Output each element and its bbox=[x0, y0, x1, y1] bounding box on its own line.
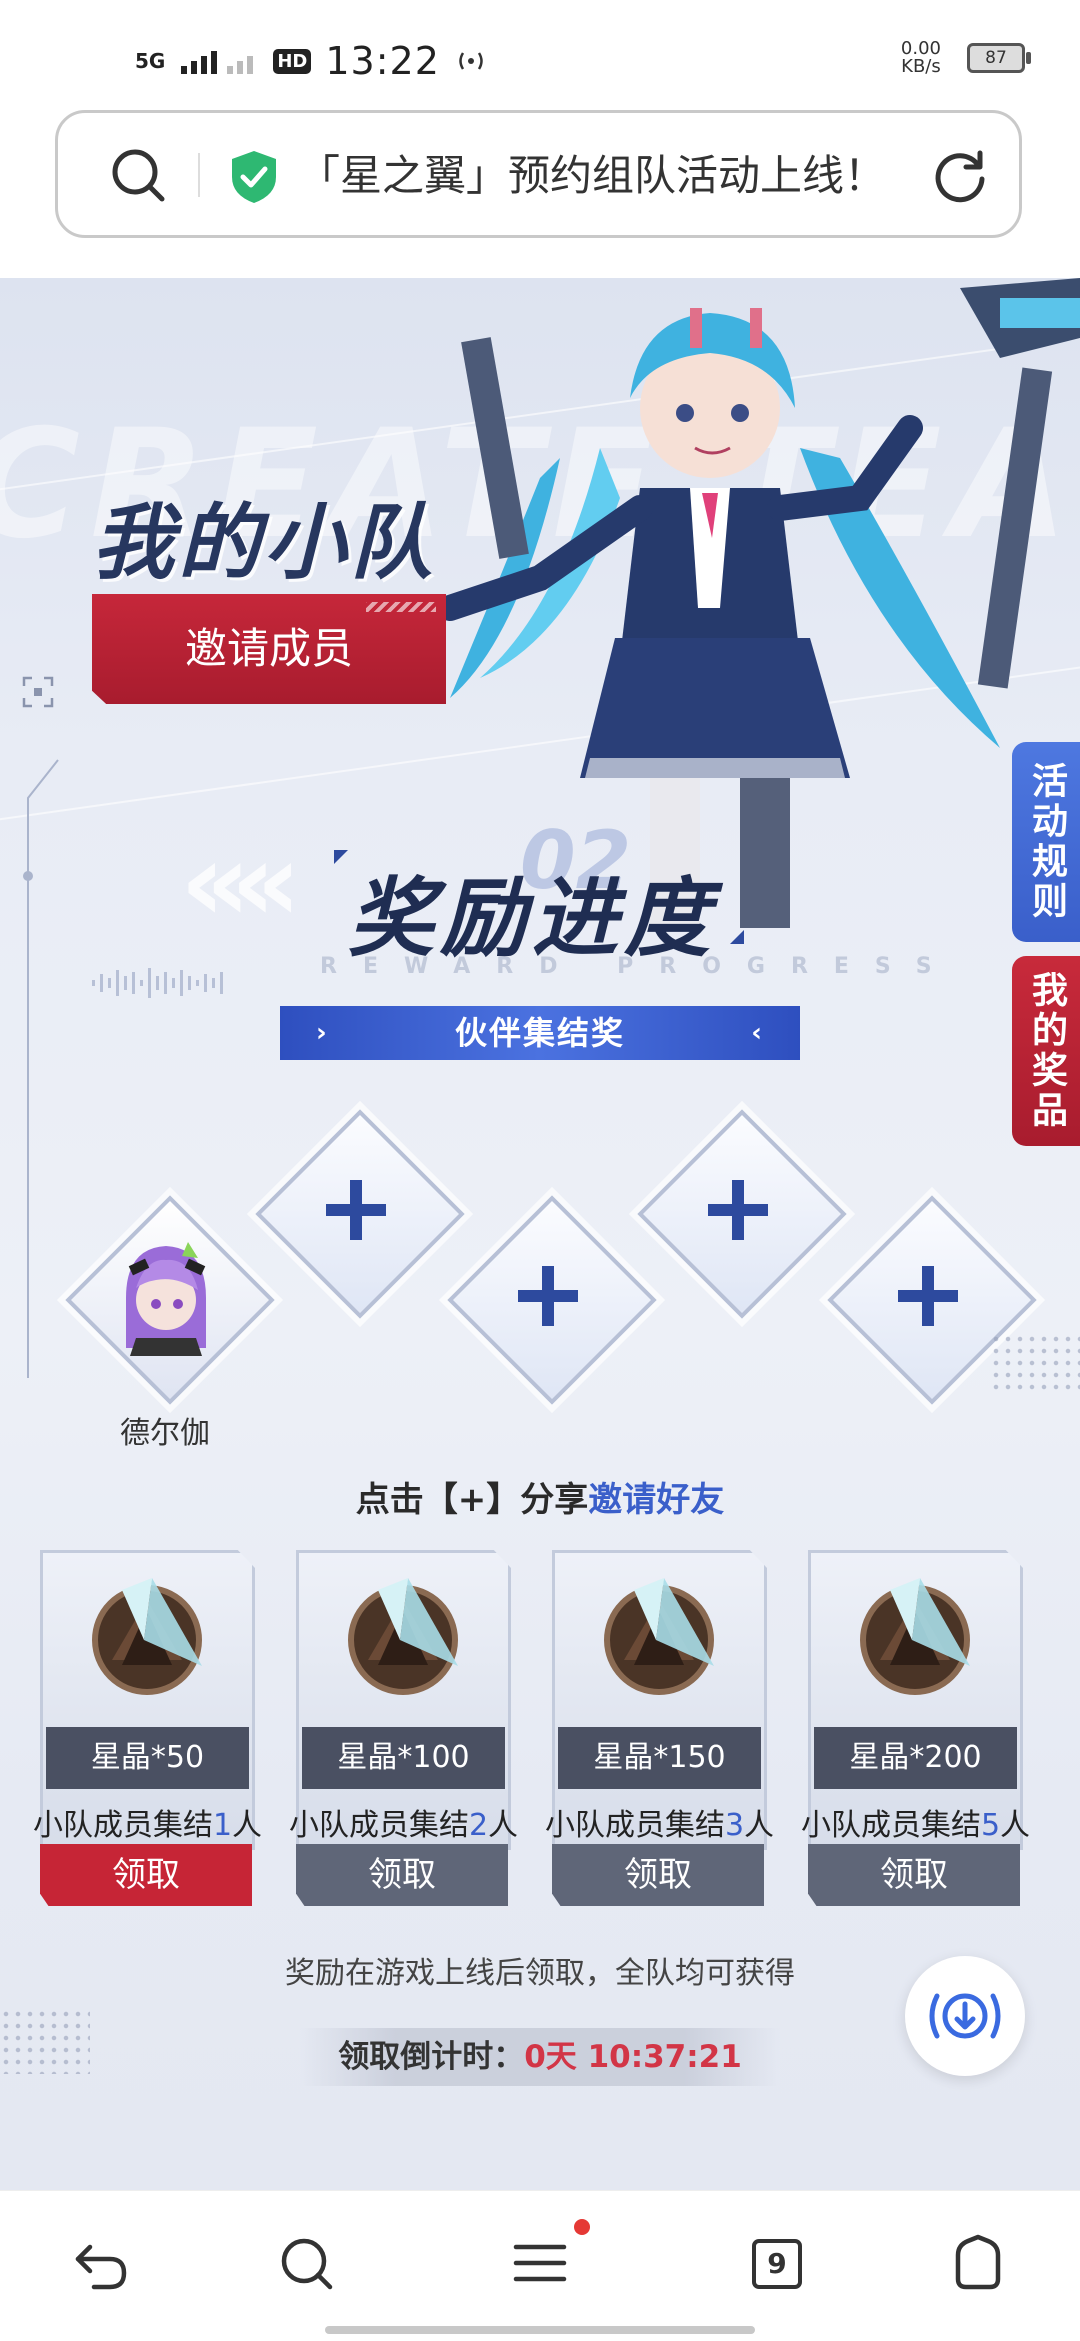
share-hint-text: 点击【+】分享 bbox=[355, 1480, 589, 1520]
status-right: 0.00 KB/s 87 bbox=[901, 40, 1031, 76]
reward-card: 星晶*50 小队成员集结1人 bbox=[33, 1550, 262, 1850]
decorative-frame-line bbox=[23, 759, 59, 1378]
search-icon[interactable] bbox=[276, 2233, 336, 2293]
condition-unit: 人 bbox=[744, 1808, 775, 1843]
reward-label: 星晶*100 bbox=[302, 1727, 505, 1789]
share-hint: 点击【+】分享邀请好友 bbox=[0, 1472, 1080, 1521]
notification-dot bbox=[574, 2219, 590, 2235]
title-corner-mark bbox=[334, 850, 348, 864]
activity-page: CREATE TEAM 我的小队 邀请成员 活动规则 我的奖品 ‹‹‹‹ bbox=[0, 278, 1080, 2190]
my-prizes-tab[interactable]: 我的奖品 bbox=[1012, 956, 1080, 1146]
reward-condition: 小队成员集结1人 bbox=[30, 1800, 265, 1844]
reward-condition: 小队成员集结3人 bbox=[542, 1800, 777, 1844]
reward-label: 星晶*150 bbox=[558, 1727, 761, 1789]
gesture-home-indicator[interactable] bbox=[325, 2326, 755, 2334]
page-title[interactable]: 「星之翼」预约组队活动上线！ bbox=[298, 139, 948, 213]
search-icon[interactable] bbox=[106, 143, 170, 207]
clock: 13:22 bbox=[325, 39, 440, 83]
member-name: 德尔伽 bbox=[120, 1416, 210, 1451]
reward-card: 星晶*100 小队成员集结2人 bbox=[289, 1550, 518, 1850]
address-bar[interactable]: 「星之翼」预约组队活动上线！ bbox=[55, 110, 1022, 238]
reward-label: 星晶*200 bbox=[814, 1727, 1017, 1789]
signal-icon bbox=[181, 51, 254, 74]
status-bar: 5G HD 13:22 0.00 KB/s 87 bbox=[0, 0, 1080, 110]
net-speed-unit: KB/s bbox=[901, 56, 941, 77]
plus-icon[interactable] bbox=[708, 1180, 768, 1240]
claim-countdown: 领取倒计时：0天 10:37:21 bbox=[300, 2028, 780, 2086]
tabs-button[interactable]: 9 bbox=[746, 2233, 806, 2293]
star-crystal-icon bbox=[348, 1578, 458, 1695]
countdown-value: 0天 10:37:21 bbox=[524, 2039, 742, 2075]
decorative-waveform bbox=[92, 968, 223, 998]
plus-icon[interactable] bbox=[326, 1180, 386, 1240]
reward-condition: 小队成员集结2人 bbox=[286, 1800, 521, 1844]
star-crystal-icon bbox=[604, 1578, 714, 1695]
decorative-dots bbox=[990, 1333, 1080, 1393]
condition-unit: 人 bbox=[1000, 1808, 1031, 1843]
claim-button-2[interactable]: 领取 bbox=[296, 1844, 508, 1906]
menu-icon[interactable] bbox=[510, 2233, 570, 2293]
condition-text: 小队成员集结 bbox=[288, 1808, 469, 1843]
floating-download-button[interactable] bbox=[905, 1956, 1025, 2076]
condition-text: 小队成员集结 bbox=[544, 1808, 725, 1843]
countdown-label: 领取倒计时： bbox=[338, 2039, 525, 2075]
claim-button-3[interactable]: 领取 bbox=[552, 1844, 764, 1906]
member-avatar bbox=[126, 1242, 206, 1356]
tabs-count: 9 bbox=[752, 2239, 802, 2289]
condition-unit: 人 bbox=[232, 1808, 263, 1843]
reward-card: 星晶*150 小队成员集结3人 bbox=[545, 1550, 774, 1850]
reward-condition: 小队成员集结5人 bbox=[798, 1800, 1033, 1844]
title-corner-mark bbox=[730, 930, 744, 944]
reload-icon[interactable] bbox=[928, 143, 992, 207]
star-crystal-icon bbox=[860, 1578, 970, 1695]
team-title: 我的小队 bbox=[92, 496, 436, 591]
condition-text: 小队成员集结 bbox=[800, 1808, 981, 1843]
invite-slot-1[interactable] bbox=[255, 1109, 465, 1319]
address-divider bbox=[198, 153, 200, 197]
status-left: 5G HD 13:22 bbox=[135, 36, 488, 86]
invite-members-button[interactable]: 邀请成员 bbox=[92, 594, 446, 704]
decorative-dots bbox=[0, 2008, 90, 2074]
net-speed: 0.00 KB/s bbox=[901, 40, 941, 76]
battery-level: 87 bbox=[985, 48, 1007, 68]
condition-unit: 人 bbox=[488, 1808, 519, 1843]
security-shield-icon[interactable] bbox=[228, 149, 280, 205]
back-icon[interactable] bbox=[72, 2233, 132, 2293]
team-member-slot[interactable] bbox=[65, 1195, 275, 1405]
download-broadcast-icon[interactable] bbox=[923, 1974, 1007, 2058]
invite-slot-3[interactable] bbox=[637, 1109, 847, 1319]
reward-progress-subtitle: REWARD PROGRESS bbox=[320, 954, 958, 979]
condition-text: 小队成员集结 bbox=[32, 1808, 213, 1843]
condition-count: 1 bbox=[212, 1808, 233, 1843]
star-crystal-icon bbox=[92, 1578, 202, 1695]
invite-slot-2[interactable] bbox=[447, 1195, 657, 1405]
condition-count: 3 bbox=[724, 1808, 745, 1843]
chevron-left-icon: ‹ bbox=[751, 1018, 764, 1048]
partner-gather-reward-banner: › 伙伴集结奖 ‹ bbox=[280, 1006, 800, 1060]
plus-icon[interactable] bbox=[898, 1266, 958, 1326]
decorative-chevrons: ‹‹‹‹ bbox=[180, 818, 301, 946]
reward-card: 星晶*200 小队成员集结5人 bbox=[801, 1550, 1030, 1850]
condition-count: 2 bbox=[468, 1808, 489, 1843]
chevron-right-icon: › bbox=[316, 1018, 329, 1048]
banner-label: 伙伴集结奖 bbox=[454, 1014, 625, 1052]
network-label: 5G bbox=[135, 49, 166, 73]
home-icon[interactable] bbox=[948, 2233, 1008, 2293]
claim-button-1[interactable]: 领取 bbox=[40, 1844, 252, 1906]
menu-button[interactable] bbox=[510, 2219, 590, 2293]
plus-icon[interactable] bbox=[518, 1266, 578, 1326]
activity-rules-tab[interactable]: 活动规则 bbox=[1012, 742, 1080, 942]
claim-button-4[interactable]: 领取 bbox=[808, 1844, 1020, 1906]
reward-label: 星晶*50 bbox=[46, 1727, 249, 1789]
scan-icon bbox=[22, 676, 54, 708]
battery-icon: 87 bbox=[967, 43, 1031, 73]
hotspot-icon bbox=[459, 52, 483, 70]
invite-friends-link[interactable]: 邀请好友 bbox=[588, 1480, 724, 1520]
browser-bottom-nav: 9 bbox=[0, 2190, 1080, 2341]
condition-count: 5 bbox=[980, 1808, 1001, 1843]
hd-badge: HD bbox=[273, 48, 312, 74]
